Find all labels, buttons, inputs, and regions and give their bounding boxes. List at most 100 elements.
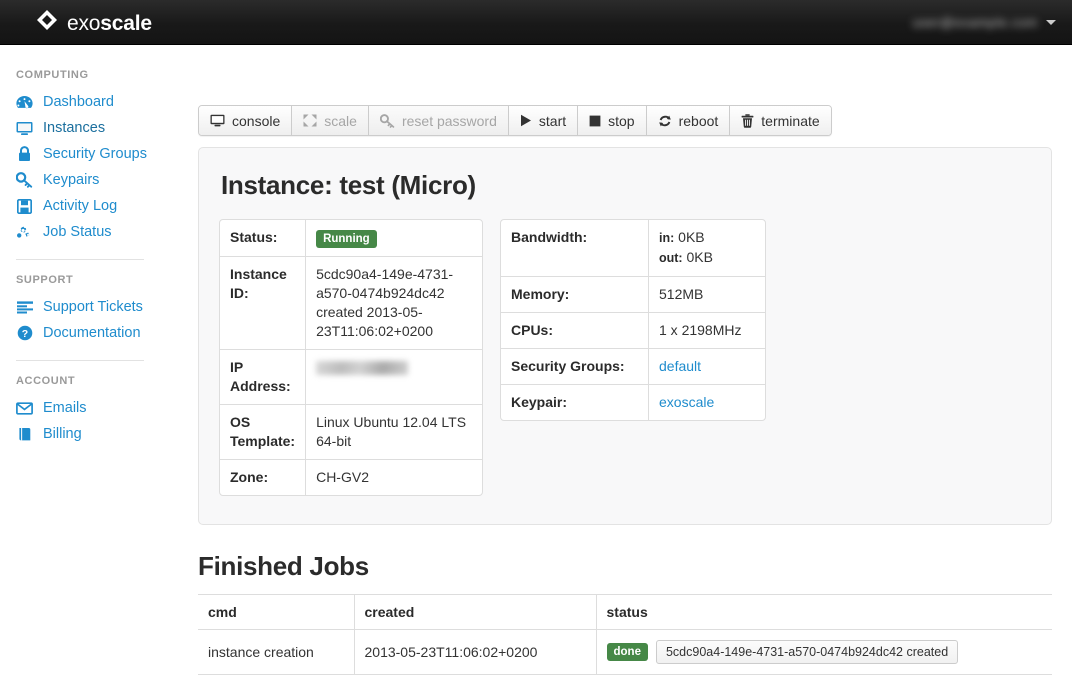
instance-created-value: created 2013-05-23T11:06:02+0200: [316, 303, 472, 341]
table-row: instance creation 2013-05-23T11:06:02+02…: [198, 630, 1052, 675]
trash-icon: [741, 114, 754, 128]
sidebar-item-instances[interactable]: Instances: [0, 115, 190, 141]
terminate-button[interactable]: terminate: [730, 106, 830, 135]
table-row: Status: Running: [220, 220, 482, 256]
sidebar-item-security-groups[interactable]: Security Groups: [0, 141, 190, 167]
sidebar-item-label: Support Tickets: [43, 299, 143, 315]
sidebar-item-label: Security Groups: [43, 146, 147, 162]
column-header-status: status: [596, 595, 1052, 630]
stop-button[interactable]: stop: [578, 106, 646, 135]
table-row: Keypair: exoscale: [501, 384, 765, 420]
memory-label: Memory:: [501, 276, 649, 312]
job-status-message: 5cdc90a4-149e-4731-a570-0474b924dc42 cre…: [656, 640, 958, 664]
sidebar-item-label: Emails: [43, 400, 87, 416]
sidebar-divider-2: [16, 360, 144, 361]
column-header-cmd: cmd: [198, 595, 354, 630]
column-header-created: created: [354, 595, 596, 630]
instance-actions-toolbar: console scale reset password start stop: [198, 105, 832, 136]
sidebar-item-job-status[interactable]: Job Status: [0, 219, 190, 245]
os-template-value: Linux Ubuntu 12.04 LTS 64-bit: [306, 404, 482, 459]
console-button[interactable]: console: [199, 106, 292, 135]
cpus-label: CPUs:: [501, 312, 649, 348]
sidebar-item-documentation[interactable]: ? Documentation: [0, 320, 190, 346]
keypair-label: Keypair:: [501, 384, 649, 420]
job-status-wrap: done 5cdc90a4-149e-4731-a570-0474b924dc4…: [607, 640, 1043, 664]
cogs-icon: [16, 224, 33, 241]
sidebar-item-label: Dashboard: [43, 94, 114, 110]
status-cell: Running: [306, 220, 482, 256]
zone-value: CH-GV2: [306, 459, 482, 495]
reboot-button-label: reboot: [679, 113, 719, 129]
envelope-icon: [16, 400, 33, 417]
question-circle-icon: ?: [16, 325, 33, 342]
table-row: Security Groups: default: [501, 348, 765, 384]
table-row: Zone: CH-GV2: [220, 459, 482, 495]
table-row: Memory: 512MB: [501, 276, 765, 312]
keypair-link[interactable]: exoscale: [659, 394, 714, 410]
main-content: console scale reset password start stop: [190, 45, 1072, 675]
security-groups-cell: default: [649, 348, 765, 384]
sidebar-item-activity-log[interactable]: Activity Log: [0, 193, 190, 219]
ip-address-label: IP Address:: [220, 349, 306, 404]
table-row: OS Template: Linux Ubuntu 12.04 LTS 64-b…: [220, 404, 482, 459]
diamond-icon: [36, 9, 58, 37]
status-label: Status:: [220, 220, 306, 256]
instance-right-table: Bandwidth: in: 0KB out: 0KB Memory: 512M…: [500, 219, 766, 421]
scale-button[interactable]: scale: [292, 106, 369, 135]
desktop-icon: [16, 120, 33, 137]
terminate-button-label: terminate: [761, 113, 819, 129]
key-icon: [16, 172, 33, 189]
keypair-cell: exoscale: [649, 384, 765, 420]
start-button[interactable]: start: [509, 106, 578, 135]
console-button-label: console: [232, 113, 280, 129]
start-button-label: start: [539, 113, 566, 129]
brand-name-bold: scale: [100, 12, 152, 35]
bandwidth-cell: in: 0KB out: 0KB: [649, 220, 765, 276]
monitor-icon: [210, 114, 225, 127]
user-name: user@example.com: [913, 15, 1038, 30]
user-menu[interactable]: user@example.com: [913, 10, 1056, 34]
resize-icon: [303, 114, 317, 127]
sidebar-item-label: Billing: [43, 426, 82, 442]
stop-button-label: stop: [608, 113, 634, 129]
instance-panel: Instance: test (Micro) Status: Running I…: [198, 147, 1052, 525]
refresh-icon: [658, 114, 672, 128]
sidebar-item-dashboard[interactable]: Dashboard: [0, 89, 190, 115]
security-group-link[interactable]: default: [659, 358, 701, 374]
top-navbar: exoscale user@example.com: [0, 0, 1072, 45]
lock-icon: [16, 146, 33, 163]
sidebar-item-support-tickets[interactable]: Support Tickets: [0, 294, 190, 320]
table-row: IP Address:: [220, 349, 482, 404]
finished-jobs-table: cmd created status instance creation 201…: [198, 594, 1052, 675]
bandwidth-out-value: 0KB: [687, 249, 713, 265]
sidebar-item-billing[interactable]: Billing: [0, 421, 190, 447]
instance-detail-tables: Status: Running Instance ID: 5cdc90a4-14…: [219, 219, 1031, 496]
sidebar-divider-1: [16, 259, 144, 260]
bandwidth-label: Bandwidth:: [501, 220, 649, 276]
job-status-cell: done 5cdc90a4-149e-4731-a570-0474b924dc4…: [596, 630, 1052, 675]
square-icon: [589, 115, 601, 127]
bandwidth-out-key: out:: [659, 251, 683, 265]
status-badge: Running: [316, 230, 377, 248]
sidebar-item-label: Keypairs: [43, 172, 99, 188]
reset-password-button[interactable]: reset password: [369, 106, 509, 135]
sidebar-heading-account: ACCOUNT: [0, 375, 190, 395]
reboot-button[interactable]: reboot: [647, 106, 731, 135]
sidebar-item-label: Job Status: [43, 224, 112, 240]
table-row: CPUs: 1 x 2198MHz: [501, 312, 765, 348]
key-icon: [380, 114, 395, 128]
bandwidth-in: in: 0KB: [659, 228, 755, 248]
sidebar-item-emails[interactable]: Emails: [0, 395, 190, 421]
ip-address-value-redacted: [316, 361, 408, 375]
page-title: Instance: test (Micro): [221, 170, 1031, 201]
job-status-badge: done: [607, 643, 648, 661]
bandwidth-out: out: 0KB: [659, 248, 755, 268]
instance-id-value: 5cdc90a4-149e-4731-a570-0474b924dc42: [316, 265, 472, 303]
brand-name-light: exo: [67, 12, 100, 35]
instance-id-label: Instance ID:: [220, 256, 306, 349]
svg-text:?: ?: [21, 328, 27, 340]
reset-password-button-label: reset password: [402, 113, 497, 129]
sidebar-item-keypairs[interactable]: Keypairs: [0, 167, 190, 193]
brand-logo[interactable]: exoscale: [36, 9, 152, 37]
ip-address-cell: [306, 349, 482, 404]
